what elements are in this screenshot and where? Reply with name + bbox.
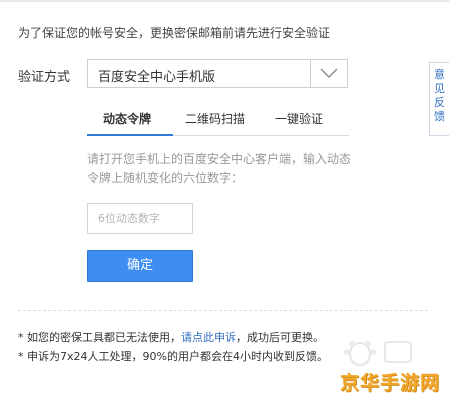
- top-divider: [0, 0, 449, 2]
- feedback-char: 馈: [434, 110, 445, 123]
- tab-dynamic-token[interactable]: 动态令牌: [103, 110, 151, 127]
- select-arrow-button[interactable]: [310, 60, 347, 87]
- tab-one-click[interactable]: 一键验证: [275, 110, 323, 127]
- note-appeal-time: * 申诉为7x24人工处理，90%的用户都会在4小时内收到反馈。: [18, 350, 328, 363]
- appeal-link[interactable]: 请点此申诉: [181, 331, 236, 344]
- feedback-char: 反: [434, 96, 445, 109]
- dynamic-code-input[interactable]: [87, 203, 193, 234]
- active-tab-indicator: [87, 134, 173, 136]
- watermark-brand: 京华手游网: [340, 372, 441, 394]
- note-appeal: * 如您的密保工具都已无法使用，请点此申诉，成功后可更换。: [18, 329, 324, 345]
- hint-text: 请打开您手机上的百度安全中心客户端，输入动态令牌上随机变化的六位数字：: [87, 152, 352, 185]
- note-appeal-prefix: * 如您的密保工具都已无法使用，: [18, 331, 181, 344]
- tab-qr-scan[interactable]: 二维码扫描: [185, 110, 245, 127]
- feedback-char: 意: [434, 68, 445, 81]
- verify-method-value: 百度安全中心手机版: [98, 70, 216, 85]
- note-appeal-suffix: ，成功后可更换。: [236, 331, 324, 344]
- chevron-down-icon: [320, 68, 338, 78]
- feedback-char: 见: [434, 82, 445, 95]
- confirm-button[interactable]: 确定: [87, 250, 193, 282]
- verify-method-label: 验证方式: [18, 70, 71, 85]
- verify-method-select[interactable]: 百度安全中心手机版: [87, 59, 348, 88]
- section-divider: [18, 310, 428, 311]
- verify-tabs: 动态令牌 二维码扫描 一键验证: [87, 104, 349, 136]
- intro-text: 为了保证您的帐号安全，更换密保邮箱前请先进行安全验证: [18, 26, 331, 40]
- baidu-watermark-logo: [344, 341, 412, 366]
- feedback-tab[interactable]: 意 见 反 馈: [429, 62, 449, 136]
